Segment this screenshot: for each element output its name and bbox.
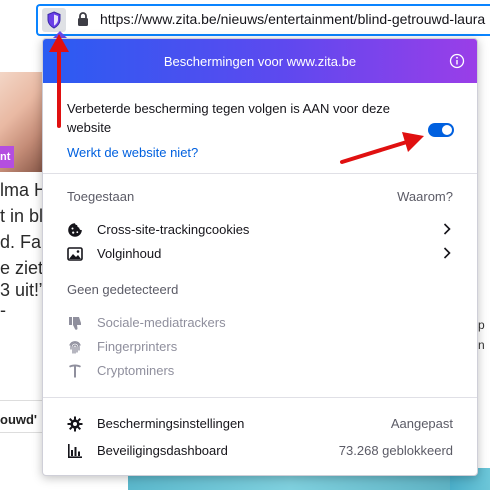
- article-text-line: 3 uit!”: [0, 280, 46, 300]
- protection-settings-row[interactable]: Beschermingsinstellingen Aangepast: [67, 414, 453, 434]
- article-text-line: -: [0, 300, 6, 320]
- cookie-icon: [68, 223, 82, 237]
- panel-title: Beschermingen voor www.zita.be: [163, 54, 357, 69]
- shield-icon: [47, 11, 61, 29]
- divider: [0, 432, 42, 433]
- url-text[interactable]: https://www.zita.be/nieuws/entertainment…: [100, 11, 485, 27]
- protection-settings-label: Beschermingsinstellingen: [97, 416, 245, 431]
- allowed-item-tracking-content[interactable]: Volginhoud: [67, 244, 453, 264]
- tracking-protection-button[interactable]: [42, 8, 66, 32]
- category-badge: nt: [0, 146, 14, 168]
- article-text-line: t in bl: [0, 206, 44, 226]
- divider: [43, 173, 477, 174]
- allowed-item-label: Cross-site-trackingcookies: [97, 222, 250, 237]
- not-detected-item-fingerprinters[interactable]: Fingerprinters: [67, 337, 453, 357]
- not-detected-item-label: Cryptominers: [97, 363, 175, 378]
- address-bar: https://www.zita.be/nieuws/entertainment…: [0, 0, 490, 38]
- allowed-item-cross-site-cookies[interactable]: Cross-site-trackingcookies: [67, 220, 453, 240]
- toggle-knob: [442, 125, 452, 135]
- not-detected-item-social[interactable]: Sociale-mediatrackers: [67, 313, 453, 333]
- allowed-item-label: Volginhoud: [97, 246, 162, 261]
- panel-header: Beschermingen voor www.zita.be: [43, 39, 477, 83]
- blocked-count: 73.268 geblokkeerd: [338, 443, 453, 458]
- lock-icon[interactable]: [77, 12, 89, 26]
- article-heading-fragment[interactable]: ouwd': [0, 412, 37, 427]
- divider: [43, 397, 477, 398]
- protection-status-message: Verbeterde bescherming tegen volgen is A…: [67, 101, 391, 135]
- chevron-right-icon: [443, 247, 451, 259]
- article-text-line: lma H: [0, 180, 48, 200]
- bar-chart-icon: [68, 444, 82, 458]
- gear-icon: [67, 416, 83, 432]
- not-detected-item-label: Sociale-mediatrackers: [97, 315, 226, 330]
- info-icon[interactable]: [449, 53, 465, 69]
- protection-settings-value: Aangepast: [390, 416, 453, 431]
- site-broken-link[interactable]: Werkt de website niet?: [67, 145, 198, 160]
- security-dashboard-label: Beveiligingsdashboard: [97, 443, 228, 458]
- thumbs-down-icon: [69, 317, 81, 330]
- article-text-line: e ziet: [0, 258, 44, 278]
- allowed-heading: Toegestaan: [67, 189, 135, 204]
- chevron-right-icon: [443, 223, 451, 235]
- fingerprint-icon: [69, 341, 81, 354]
- protections-panel: Beschermingen voor www.zita.be Verbeterd…: [42, 38, 478, 476]
- sidebar-text-fragment: n: [478, 338, 485, 352]
- sidebar-text-fragment: p: [478, 318, 485, 332]
- pickaxe-icon: [69, 364, 81, 378]
- divider: [0, 400, 42, 401]
- tracking-protection-toggle[interactable]: [428, 123, 454, 137]
- not-detected-heading: Geen gedetecteerd: [67, 282, 179, 297]
- not-detected-item-label: Fingerprinters: [97, 339, 178, 354]
- not-detected-item-cryptominers[interactable]: Cryptominers: [67, 361, 453, 381]
- security-dashboard-row[interactable]: Beveiligingsdashboard 73.268 geblokkeerd: [67, 441, 453, 461]
- image-icon: [67, 247, 83, 261]
- why-link[interactable]: Waarom?: [397, 189, 453, 204]
